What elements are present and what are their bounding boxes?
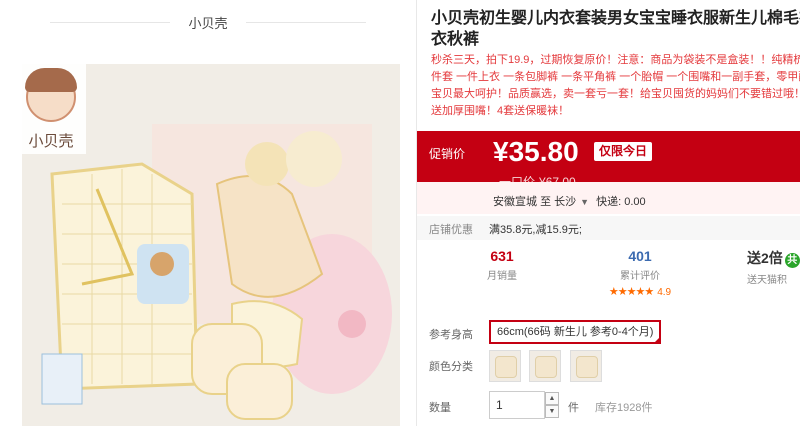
- promo-line: 宝贝最大呵护！品质赢选，卖一套亏一套！给宝贝囤货的妈妈们不要错过哦！2套: [431, 88, 800, 100]
- promo-price: ¥35.80: [493, 136, 579, 167]
- promo-text: 秒杀三天，拍下19.9，过期恢复原价！注意：商品为袋装不是盒装！！纯精梳棉 件套…: [431, 52, 800, 120]
- size-label: 参考身高: [429, 329, 473, 341]
- review-summary[interactable]: 401 累计评价 ★★★★★ 4.9: [595, 244, 685, 298]
- star-rating-icon: ★★★★★: [608, 286, 654, 298]
- today-only-badge: 仅限今日: [594, 142, 653, 161]
- decrement-button[interactable]: ▼: [545, 405, 559, 418]
- promo-line: 送加厚围嘴！4套送保暖袜！: [431, 105, 570, 117]
- mascot-icon: [25, 68, 77, 122]
- chevron-down-icon[interactable]: ▼: [580, 197, 589, 207]
- quantity-unit: 件: [568, 402, 579, 414]
- brand-header: 小贝壳: [0, 0, 416, 44]
- title-line-2: 衣秋裤: [431, 31, 480, 48]
- divider: [245, 21, 366, 23]
- stats-row: 631 月销量 401 累计评价 ★★★★★ 4.9 送2倍共 送天猫积: [417, 244, 800, 302]
- rating-value: 4.9: [657, 287, 672, 298]
- brand-name[interactable]: 小贝壳: [188, 13, 227, 32]
- color-swatch[interactable]: [529, 350, 562, 382]
- points-num: 送2倍: [747, 250, 783, 266]
- review-caption: 累计评价: [620, 271, 660, 282]
- color-swatches: [489, 350, 606, 387]
- watermark: 08欢家: [620, 354, 800, 404]
- divider: [50, 21, 171, 23]
- product-title: 小贝壳初生婴儿内衣套装男女宝宝睡衣服新生儿棉毛衣 衣秋裤: [431, 8, 800, 50]
- color-swatch[interactable]: [489, 350, 521, 382]
- title-line-1: 小贝壳初生婴儿内衣套装男女宝宝睡衣服新生儿棉毛衣: [431, 10, 800, 27]
- quantity-label: 数量: [429, 402, 451, 414]
- sales-count: 631: [490, 248, 514, 264]
- review-count[interactable]: 401: [595, 248, 685, 264]
- points-info: 送2倍共 送天猫积: [747, 244, 800, 286]
- price-label: 促销价: [429, 147, 466, 161]
- size-option-selected[interactable]: 66cm(66码 新生儿 参考0-4个月): [489, 320, 662, 344]
- color-label: 颜色分类: [429, 361, 473, 373]
- sales-caption: 月销量: [487, 271, 517, 282]
- promo-line: 件套 一件上衣 一条包脚裤 一条平角裤 一个胎帽 一个围嘴和一副手套，零甲醛: [431, 71, 800, 83]
- points-label: 送2倍共: [747, 248, 800, 268]
- promo-line: 秒杀三天，拍下19.9，过期恢复原价！注意：商品为袋装不是盒装！！纯精梳棉: [431, 54, 800, 66]
- watermark-text: 08欢家: [668, 365, 756, 396]
- monthly-sales: 631 月销量: [472, 244, 532, 282]
- increment-button[interactable]: ▲: [545, 392, 559, 405]
- shipping-info: 安徽宣城 至 长沙 ▼ 快递: 0.00: [493, 193, 646, 209]
- size-option-text: 66cm(66码 新生儿 参考0-4个月): [497, 326, 654, 338]
- gift-icon: 共: [784, 253, 800, 268]
- ship-to-select[interactable]: 长沙: [554, 196, 576, 208]
- ship-from: 安徽宣城: [493, 196, 537, 208]
- ship-to-word: 至: [540, 196, 552, 208]
- ship-method: 快递: 0.00: [596, 196, 646, 208]
- quantity-input[interactable]: 1: [489, 391, 545, 419]
- brand-logo: 小贝壳: [16, 64, 86, 154]
- color-swatch[interactable]: [569, 350, 602, 382]
- logo-text: 小贝壳: [28, 133, 74, 150]
- product-gallery: 小贝壳 小贝壳: [0, 0, 416, 426]
- discount-label: 店铺优惠: [429, 224, 473, 236]
- discount-value: 满35.8元,减15.9元;: [489, 224, 582, 236]
- shop-discount: 店铺优惠 满35.8元,减15.9元;: [417, 216, 800, 240]
- home-icon: [620, 358, 662, 400]
- points-caption: 送天猫积: [747, 275, 787, 286]
- selected-check-icon: [653, 336, 662, 344]
